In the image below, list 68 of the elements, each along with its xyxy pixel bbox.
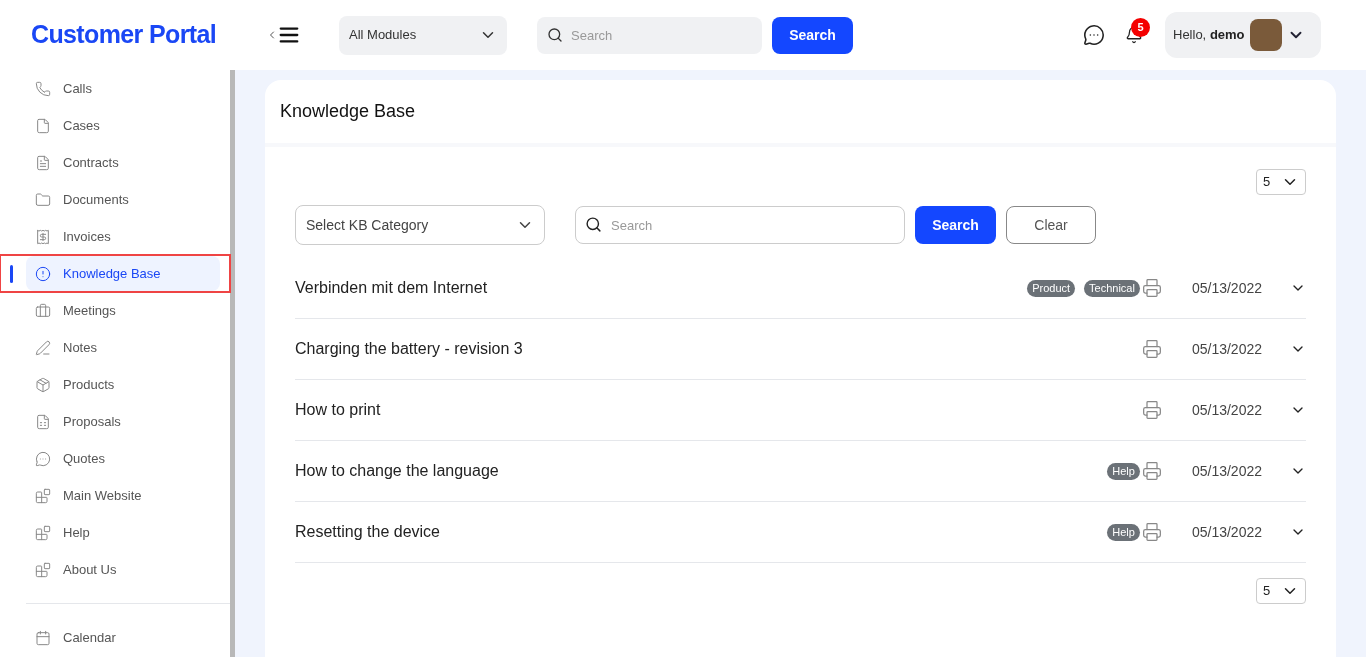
article-date: 05/13/2022	[1191, 522, 1262, 542]
search-icon	[585, 216, 602, 233]
search-button[interactable]: Search	[915, 206, 996, 244]
menu-icon[interactable]	[278, 24, 300, 46]
sidebar-item[interactable]: Products	[26, 367, 220, 402]
notification-badge: 5	[1131, 18, 1150, 37]
sidebar-item[interactable]: Main Website	[26, 478, 220, 513]
clear-button[interactable]: Clear	[1006, 206, 1096, 244]
chat-icon[interactable]	[1083, 24, 1105, 46]
page-size-select[interactable]: 5	[1256, 578, 1306, 604]
sidebar-item[interactable]: Proposals	[26, 404, 220, 439]
printer-icon[interactable]	[1141, 522, 1162, 542]
search-field[interactable]: Search	[537, 16, 762, 54]
page-title: Knowledge Base	[280, 100, 416, 123]
article-date: 05/13/2022	[1191, 461, 1262, 481]
article-title[interactable]: Resetting the device	[295, 520, 1108, 544]
blocks-icon	[35, 561, 51, 578]
article-date: 05/13/2022	[1191, 339, 1262, 359]
sidebar-item[interactable]: Cases	[26, 108, 220, 143]
search-field[interactable]: Search	[575, 206, 905, 244]
modules-select[interactable]: All Modules	[339, 15, 507, 55]
article-date: 05/13/2022	[1191, 278, 1262, 298]
receipt-icon	[35, 228, 51, 245]
printer-icon[interactable]	[1141, 400, 1162, 420]
sidebar-item[interactable]: Notes	[26, 330, 220, 365]
tag-label: Help	[1107, 523, 1140, 541]
article-title[interactable]: How to print	[295, 398, 1140, 422]
folder-icon	[35, 191, 51, 208]
tag-label: Technical	[1084, 279, 1140, 297]
sidebar-item[interactable]: Calendar	[26, 620, 220, 655]
tag-label: Product	[1027, 279, 1076, 297]
box-icon	[35, 376, 51, 393]
sidebar-item[interactable]: Calls	[26, 71, 220, 106]
tag-label: Help	[1107, 462, 1140, 480]
printer-icon[interactable]	[1141, 461, 1162, 481]
calendar-icon	[35, 629, 51, 646]
article-title[interactable]: Verbinden mit dem Internet	[295, 276, 1028, 300]
user-menu[interactable]: Hello, demo	[1165, 12, 1321, 58]
blocks-icon	[35, 524, 51, 541]
category-select[interactable]: Select KB Category	[295, 205, 545, 245]
sidebar-item[interactable]: Invoices	[26, 219, 220, 254]
document-icon	[35, 413, 51, 430]
printer-icon[interactable]	[1141, 339, 1162, 359]
sidebar-item[interactable]: Contracts	[26, 145, 220, 180]
sidebar-item[interactable]: Help	[26, 515, 220, 550]
page-size-select[interactable]: 5	[1256, 169, 1306, 195]
sidebar-item[interactable]: Meetings	[26, 293, 220, 328]
article-date: 05/13/2022	[1191, 400, 1262, 420]
pencil-icon	[35, 339, 51, 356]
phone-icon	[35, 80, 51, 97]
chat-icon	[35, 450, 51, 467]
blocks-icon	[35, 487, 51, 504]
alert-icon	[35, 265, 51, 282]
avatar-photo-placeholder	[1249, 19, 1282, 51]
sidebar-item[interactable]: About Us	[26, 552, 220, 587]
document-icon	[35, 154, 51, 171]
article-title[interactable]: Charging the battery - revision 3	[295, 337, 1140, 361]
article-title[interactable]: How to change the language	[295, 459, 1108, 483]
sidebar-item[interactable]: Quotes	[26, 441, 220, 476]
file-icon	[35, 117, 51, 134]
printer-icon[interactable]	[1141, 278, 1162, 298]
sidebar-item[interactable]: Knowledge Base	[26, 256, 220, 291]
search-icon	[547, 26, 563, 43]
briefcase-icon	[35, 302, 51, 319]
brand-logo[interactable]: Customer Portal	[31, 16, 263, 54]
sidebar-item[interactable]: Documents	[26, 182, 220, 217]
search-button[interactable]: Search	[772, 16, 853, 54]
active-indicator	[10, 264, 13, 283]
